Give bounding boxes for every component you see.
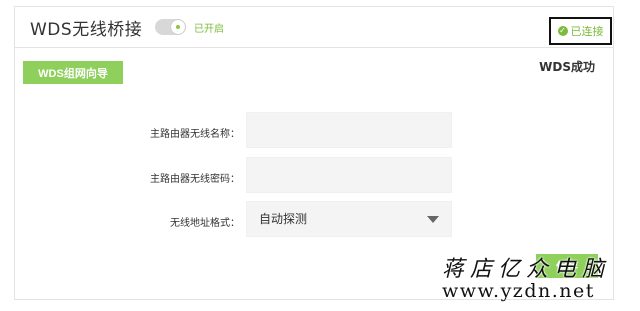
connection-status-text: 已连接 <box>570 25 604 38</box>
address-format-value: 自动探测 <box>259 212 308 226</box>
wds-toggle-switch[interactable] <box>155 19 186 35</box>
address-format-select[interactable]: 自动探测 <box>246 201 452 237</box>
watermark-url-text: www.yzdn.net <box>442 280 595 302</box>
check-circle-icon: ✓ <box>557 26 568 36</box>
chevron-down-icon <box>427 216 439 223</box>
page-title: WDS无线桥接 <box>30 20 143 40</box>
watermark-brand-text: 蒋店亿众电脑 <box>442 257 611 282</box>
ssid-label: 主路由器无线名称： <box>150 129 240 140</box>
connection-status-badge: ✓ 已连接 <box>549 17 612 45</box>
toggle-status-text: 已开启 <box>194 24 224 35</box>
panel-header: WDS无线桥接 已开启 ✓ 已连接 <box>14 6 614 48</box>
password-input[interactable] <box>246 157 452 193</box>
toggle-knob-icon <box>171 20 185 34</box>
address-format-label: 无线地址格式： <box>170 218 240 229</box>
wds-wizard-button[interactable]: WDS组网向导 <box>23 61 123 84</box>
password-label: 主路由器无线密码： <box>150 174 240 185</box>
ssid-input[interactable] <box>246 112 452 148</box>
wds-status-text: WDS成功 <box>539 60 595 74</box>
